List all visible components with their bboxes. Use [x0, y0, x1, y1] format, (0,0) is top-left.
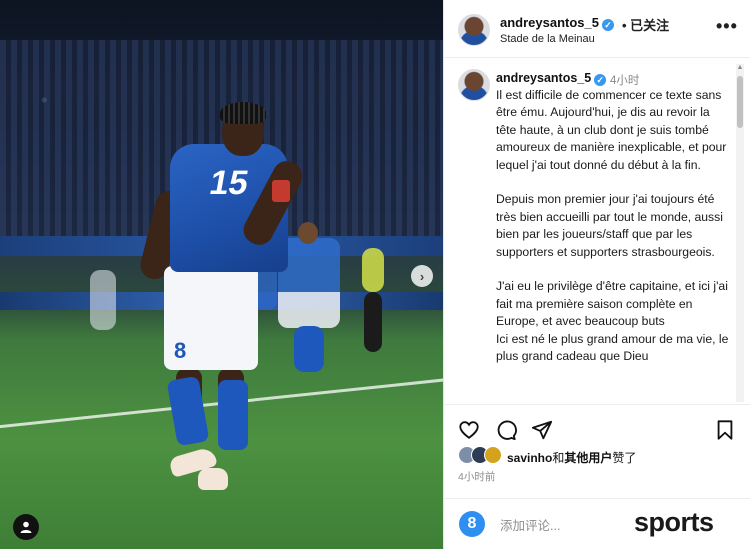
user-tag-icon — [20, 521, 32, 533]
post-side-panel: andreysantos_5 ✓ • 已关注 Stade de la Meinau… — [443, 0, 750, 549]
username-text[interactable]: andreysantos_5 — [496, 71, 591, 85]
caption-username[interactable]: andreysantos_5 ✓ — [496, 71, 607, 86]
scrollbar-thumb[interactable] — [737, 76, 743, 128]
verified-badge-icon: ✓ — [594, 74, 607, 86]
player-sock — [166, 375, 210, 447]
paper-plane-icon[interactable] — [531, 419, 553, 441]
post-username[interactable]: andreysantos_5 ✓ — [500, 15, 614, 31]
caption-area: andreysantos_5 ✓ 4小时 Il est difficile de … — [444, 58, 750, 402]
carousel-next-button[interactable]: › — [411, 265, 433, 287]
likes-suffix: 赞了 — [612, 451, 637, 465]
shirt-number: 15 — [206, 164, 252, 202]
action-bar — [444, 404, 750, 450]
heart-icon[interactable] — [458, 419, 480, 441]
user-tag-button[interactable] — [13, 514, 39, 540]
avatar[interactable] — [458, 69, 490, 101]
post-timestamp: 4小时前 — [458, 471, 496, 483]
verified-badge-icon: ✓ — [602, 19, 614, 31]
player-boot — [198, 468, 228, 490]
referee-legs — [364, 292, 382, 352]
dot-separator: • — [622, 18, 631, 33]
watermark-logo: sports — [634, 507, 714, 537]
caption-text: Il est difficile de commencer ce texte s… — [496, 88, 729, 364]
caption-time: 4小时 — [610, 75, 640, 87]
bookmark-icon[interactable] — [714, 419, 736, 441]
background-player — [90, 270, 116, 330]
likes-connector: 和 — [552, 451, 565, 465]
username-text[interactable]: andreysantos_5 — [500, 15, 599, 30]
post-header: andreysantos_5 ✓ • 已关注 Stade de la Meinau… — [444, 0, 750, 58]
follow-status-label[interactable]: 已关注 — [630, 18, 669, 33]
more-options-icon[interactable]: ••• — [716, 16, 738, 37]
scroll-up-arrow-icon[interactable]: ▲ — [736, 64, 744, 74]
other-likers-link[interactable]: 其他用户 — [564, 451, 612, 465]
likes-summary[interactable]: savinho和其他用户赞了 — [458, 446, 748, 466]
player-hair — [220, 102, 266, 124]
player-sock — [218, 380, 248, 450]
main-player: 8 15 — [137, 100, 308, 500]
shorts-number: 8 — [174, 338, 187, 363]
chevron-right-icon: › — [419, 268, 425, 284]
post-location[interactable]: Stade de la Meinau — [500, 33, 595, 45]
comment-bubble-icon[interactable] — [495, 419, 517, 441]
avatar — [484, 446, 502, 464]
background-player-head — [298, 222, 318, 244]
referee — [362, 248, 384, 292]
avatar[interactable] — [458, 14, 490, 46]
comment-input[interactable]: 添加评论... — [500, 515, 560, 534]
captain-armband — [272, 180, 290, 202]
liker-username[interactable]: savinho — [507, 451, 552, 465]
follow-status-button[interactable]: • 已关注 — [622, 15, 669, 34]
likes-text: savinho和其他用户赞了 — [507, 449, 636, 466]
comment-bar: 8 添加评论... sports — [444, 498, 750, 549]
emoji-icon[interactable]: 8 — [459, 511, 485, 537]
post-photo[interactable]: 8 15 › — [0, 0, 443, 549]
